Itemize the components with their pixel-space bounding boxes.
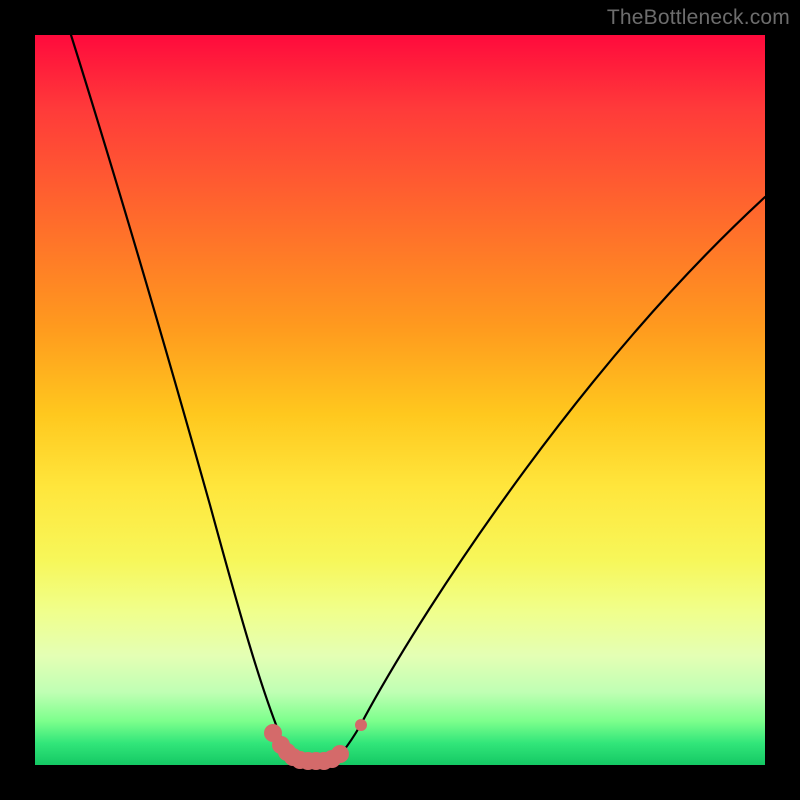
marker-dot (331, 745, 349, 763)
chart-frame: TheBottleneck.com (0, 0, 800, 800)
curve-svg (35, 35, 765, 765)
watermark-text: TheBottleneck.com (607, 6, 790, 30)
marker-dot (355, 719, 367, 731)
plot-area (35, 35, 765, 765)
marker-group (264, 719, 367, 770)
bottleneck-curve (71, 35, 765, 762)
